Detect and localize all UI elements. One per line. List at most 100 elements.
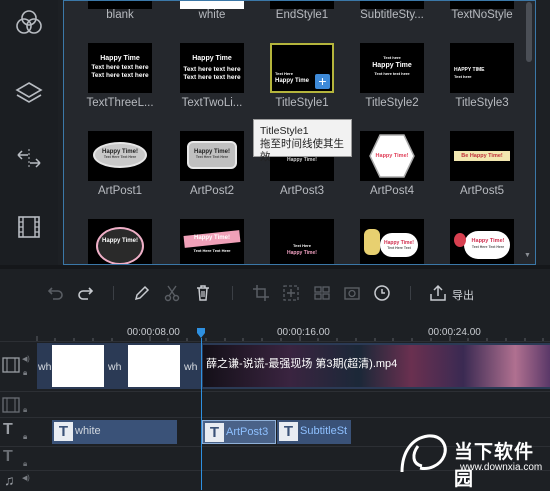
- thumb-text: Happy Time!: [471, 238, 505, 244]
- toolbar-separator: [410, 286, 411, 300]
- lock-icon[interactable]: 🔒︎: [23, 405, 27, 415]
- template-thumb-artpost9[interactable]: Happy Time! Text Here Text: [360, 219, 424, 264]
- text-clip-artpost3[interactable]: T ArtPost3: [202, 420, 276, 444]
- template-caption: TitleStyle1: [275, 97, 329, 109]
- character-icon: [454, 233, 466, 247]
- clip-thumbnail[interactable]: [52, 345, 104, 387]
- template-caption: white: [198, 9, 226, 21]
- thumb-text: Text Here Text: [387, 246, 411, 250]
- text-clip-icon: T: [279, 422, 298, 441]
- clip-label: wh: [108, 361, 122, 373]
- media-icon[interactable]: [14, 212, 44, 242]
- template-caption: SubtitleSty...: [360, 9, 424, 21]
- thumb-text: Happy Time!: [194, 235, 230, 241]
- template-thumb-artpost6[interactable]: Happy Time!: [88, 219, 152, 264]
- plus-icon[interactable]: +: [315, 74, 330, 89]
- template-thumb-blank[interactable]: [88, 1, 152, 9]
- template-thumb-titlestyle3[interactable]: HAPPY TIME Text here: [450, 43, 514, 93]
- watermark-logo-icon: [400, 434, 447, 473]
- template-caption: TitleStyle2: [365, 97, 419, 109]
- thumb-text: Text here text here: [183, 66, 241, 73]
- cut-icon[interactable]: [162, 283, 182, 303]
- template-thumb-artpost10[interactable]: Happy Time! Text Here Text Here: [450, 219, 514, 264]
- transitions-icon[interactable]: [14, 144, 44, 174]
- lock-icon[interactable]: 🔒︎: [23, 459, 27, 469]
- text-clip-icon: T: [205, 423, 224, 442]
- video-clip-title: 薛之谦-说谎-最强现场 第3期(超清).mp4: [206, 358, 398, 370]
- sidebar: [0, 0, 58, 265]
- thumb-text: Text here text here: [374, 71, 410, 76]
- track-divider: [0, 341, 550, 342]
- text-clip-white[interactable]: T white: [52, 420, 177, 444]
- undo-icon[interactable]: [45, 283, 65, 303]
- clip-label: wh: [184, 361, 198, 373]
- template-thumb-artpost8[interactable]: Text Here Happy Time!: [270, 219, 334, 264]
- thumb-text: Happy Time: [100, 55, 140, 62]
- volume-icon[interactable]: ◀): [22, 474, 30, 482]
- thumb-text: Happy Time!: [102, 238, 138, 244]
- template-thumb-texttwolines[interactable]: Happy Time Text here text here Text here…: [180, 43, 244, 93]
- overlays-icon[interactable]: [14, 78, 44, 108]
- thumb-text: Happy Time!: [375, 153, 409, 159]
- volume-icon[interactable]: ◀): [22, 355, 30, 363]
- template-thumb-titlestyle1[interactable]: Text Here Happy Time +: [270, 43, 334, 93]
- mosaic-icon[interactable]: [312, 283, 332, 303]
- thumb-text: Text here text here: [91, 64, 149, 71]
- template-thumb-artpost4[interactable]: Happy Time!: [360, 131, 424, 181]
- template-thumb-artpost2[interactable]: Happy Time! Text Here Text Here: [180, 131, 244, 181]
- zoom-icon[interactable]: [281, 283, 301, 303]
- template-thumb-white[interactable]: [180, 1, 244, 9]
- thumb-text: Text here: [454, 74, 472, 79]
- template-caption: blank: [106, 9, 134, 21]
- filters-icon[interactable]: [14, 8, 44, 38]
- crop-icon[interactable]: [251, 283, 271, 303]
- text-clip-label: ArtPost3: [226, 426, 269, 438]
- thumb-text: Happy Time!: [287, 250, 317, 256]
- lock-icon[interactable]: 🔒︎: [23, 368, 27, 378]
- badge-shape: [96, 227, 144, 264]
- export-button[interactable]: 导出: [452, 287, 474, 303]
- playhead[interactable]: [201, 338, 202, 490]
- template-caption: ArtPost5: [459, 185, 505, 197]
- grid-scrollbar[interactable]: [526, 2, 532, 62]
- thumb-text: Text here: [383, 55, 401, 60]
- pip-track-icon: [2, 397, 20, 413]
- template-thumb-textthreelines[interactable]: Happy Time Text here text here Text here…: [88, 43, 152, 93]
- template-caption: ArtPost4: [369, 185, 415, 197]
- edit-icon[interactable]: [132, 283, 152, 303]
- snapshot-icon[interactable]: [342, 283, 362, 303]
- thumb-text: Happy Time: [372, 62, 412, 69]
- template-thumb-titlestyle2[interactable]: Text here Happy Time Text here text here: [360, 43, 424, 93]
- template-thumb-artpost1[interactable]: Happy Time! Text Here Text Here: [88, 131, 152, 181]
- template-caption: TextTwoLi...: [181, 97, 243, 109]
- template-caption: TextThreeL...: [86, 97, 154, 109]
- template-thumb-subtitlestyle[interactable]: [360, 1, 424, 9]
- panel-divider[interactable]: [0, 265, 550, 269]
- template-thumb-endstyle1[interactable]: [270, 1, 334, 9]
- template-caption: TextNoStyle: [451, 9, 513, 21]
- thumb-text: Text Here Text Here: [471, 245, 505, 249]
- template-tooltip: TitleStyle1 拖至时间线使其生效: [253, 119, 352, 163]
- lock-icon[interactable]: 🔒︎: [23, 432, 27, 442]
- playhead-handle[interactable]: [196, 328, 206, 338]
- duration-icon[interactable]: [372, 283, 392, 303]
- template-caption: ArtPost3: [279, 185, 325, 197]
- delete-icon[interactable]: [193, 283, 213, 303]
- text-clip-label: white: [75, 425, 101, 437]
- thumb-text: Text here text here: [91, 72, 149, 79]
- text-track-icon: T: [3, 448, 13, 465]
- export-icon[interactable]: [428, 283, 448, 303]
- template-thumb-textnostyle[interactable]: [450, 1, 514, 9]
- template-thumb-artpost5[interactable]: Be Happy Time!: [450, 131, 514, 181]
- scroll-down-arrow-icon[interactable]: ▼: [524, 252, 531, 259]
- tooltip-hint: 拖至时间线使其生效: [260, 138, 344, 163]
- template-thumb-artpost7[interactable]: Happy Time! Text Here Text Here: [180, 219, 244, 264]
- text-clip-subtitlestyle[interactable]: T SubtitleSt: [277, 420, 351, 444]
- video-track-icon: [2, 357, 20, 373]
- text-track-icon: T: [3, 421, 13, 438]
- thumb-text: Be Happy Time!: [461, 153, 503, 159]
- toolbar-separator: [232, 286, 233, 300]
- redo-icon[interactable]: [76, 283, 96, 303]
- clip-thumbnail[interactable]: [128, 345, 180, 387]
- template-caption: ArtPost2: [189, 185, 235, 197]
